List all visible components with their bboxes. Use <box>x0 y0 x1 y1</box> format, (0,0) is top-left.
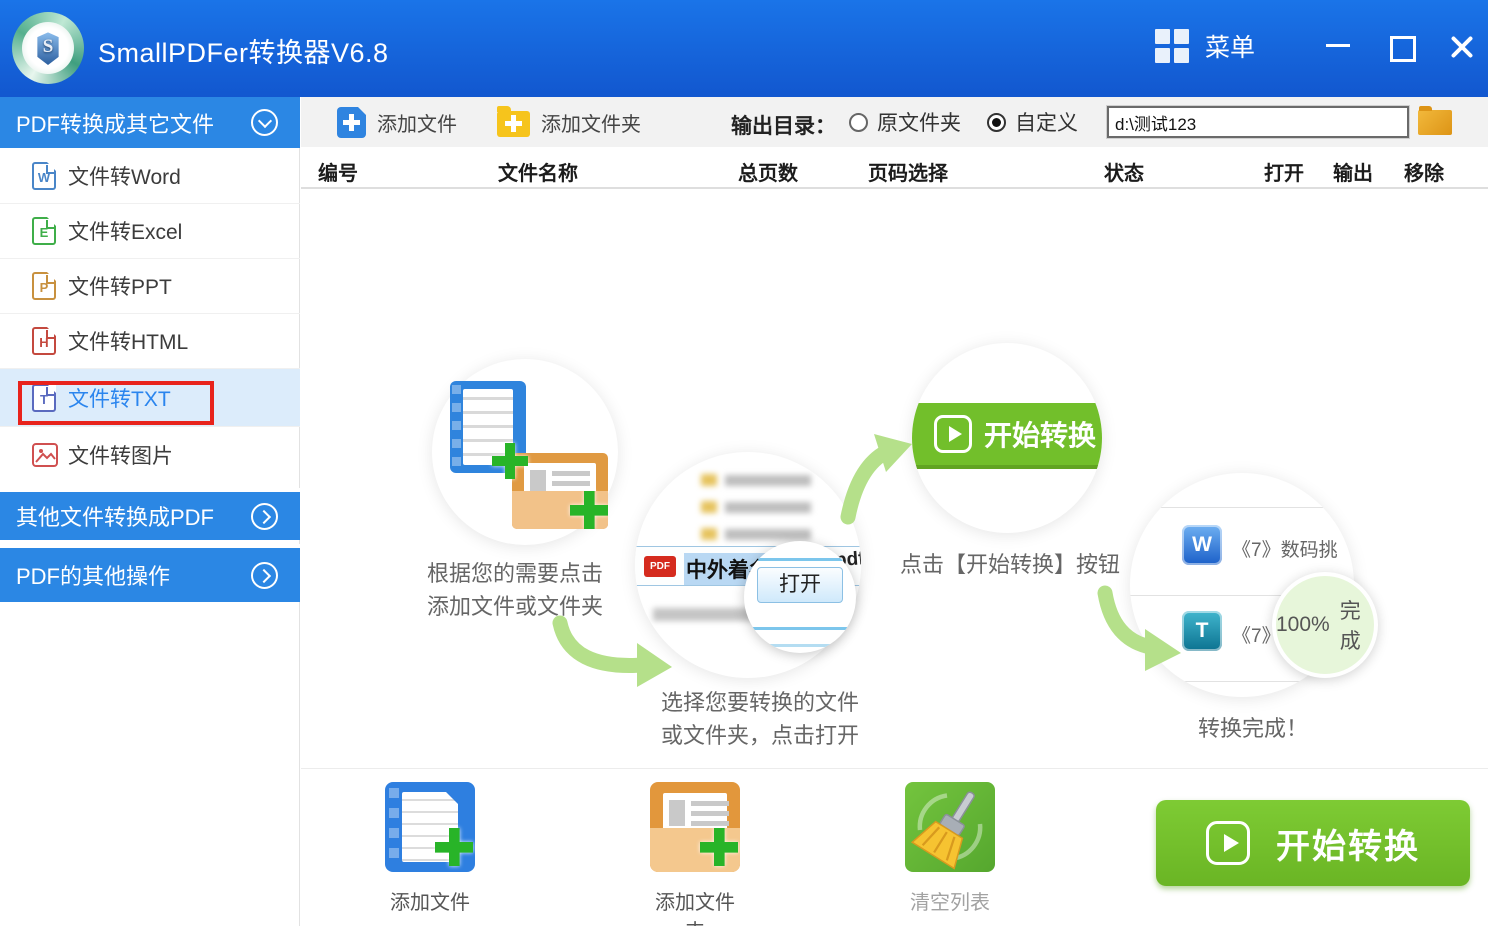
menu-grid-icon <box>1155 29 1189 63</box>
add-folder-big-label[interactable]: 添加文件夹 <box>650 886 740 926</box>
column-header-output: 输出 <box>1333 157 1373 186</box>
column-header-status: 状态 <box>1104 157 1144 186</box>
plus-icon <box>700 828 738 866</box>
close-button[interactable] <box>1444 30 1480 64</box>
column-header-remove: 移除 <box>1404 157 1444 186</box>
plus-icon <box>570 491 608 529</box>
tutorial-open-button-circle: 打开 <box>744 541 856 653</box>
maximize-button[interactable] <box>1382 30 1418 64</box>
add-file-big-label[interactable]: 添加文件 <box>385 886 475 915</box>
html-doc-icon: H <box>32 327 56 355</box>
app-window: S SmallPDFer转换器V6.8 菜单 PDF转换成其它文件 W 文件转W… <box>0 0 1488 926</box>
tutorial-step4-caption: 转换完成！ <box>1158 712 1348 745</box>
word-result-icon: W <box>1182 525 1222 565</box>
plus-icon <box>492 443 528 479</box>
output-dir-label: 输出目录： <box>731 110 836 140</box>
tutorial-step2-caption: 选择您要转换的文件 或文件夹，点击打开 <box>622 686 898 752</box>
bottom-divider <box>301 768 1488 769</box>
start-convert-button[interactable]: 开始转换 <box>1156 800 1470 886</box>
word-doc-icon: W <box>32 162 56 190</box>
column-header-open: 打开 <box>1264 157 1304 186</box>
sidebar-item-pdf-to-ppt[interactable]: P 文件转PPT <box>0 258 300 313</box>
chevron-down-icon <box>251 109 278 136</box>
pdf-file-icon: PDF <box>644 556 676 577</box>
column-header-pagerange: 页码选择 <box>868 157 948 186</box>
column-header-filename: 文件名称 <box>498 157 578 186</box>
output-path-input[interactable] <box>1107 106 1409 138</box>
sidebar-item-pdf-to-image[interactable]: 文件转图片 <box>0 426 300 483</box>
clear-list-label[interactable]: 清空列表 <box>905 886 995 915</box>
sidebar-section-label: PDF转换成其它文件 <box>16 107 214 139</box>
open-button: 打开 <box>757 567 843 603</box>
start-convert-label: 开始转换 <box>1276 819 1420 868</box>
arrow-step1-to-step2-icon <box>545 615 675 695</box>
result-row1-label: 《7》数码挑 <box>1232 535 1338 562</box>
plus-icon <box>435 828 473 866</box>
radio-original-label: 原文件夹 <box>877 107 961 137</box>
folder-icon <box>1418 110 1452 135</box>
radio-unchecked-icon <box>849 113 868 132</box>
sidebar-section-pdf-to-other[interactable]: PDF转换成其它文件 <box>0 97 300 148</box>
play-icon <box>1206 821 1250 865</box>
title-bar: S SmallPDFer转换器V6.8 菜单 <box>0 0 1488 97</box>
arrow-step3-to-step4-icon <box>1095 585 1185 675</box>
sidebar-item-pdf-to-excel[interactable]: E 文件转Excel <box>0 203 300 258</box>
arrow-step2-to-step3-icon <box>838 432 918 527</box>
txt-doc-icon: T <box>32 384 56 412</box>
app-title: SmallPDFer转换器V6.8 <box>98 31 389 70</box>
tutorial-step3-caption: 点击【开始转换】按钮 <box>878 548 1142 581</box>
add-file-icon <box>337 107 366 138</box>
radio-custom-folder[interactable]: 自定义 <box>987 97 1078 147</box>
radio-checked-icon <box>987 113 1006 132</box>
txt-result-icon: T <box>1182 611 1222 651</box>
column-header-pages: 总页数 <box>738 157 798 186</box>
clear-list-button[interactable] <box>905 782 995 872</box>
toolbar: 添加文件 添加文件夹 输出目录： 原文件夹 自定义 <box>301 97 1488 147</box>
sidebar-section-label: 其他文件转换成PDF <box>16 500 214 532</box>
broom-icon <box>905 782 995 872</box>
sidebar: PDF转换成其它文件 W 文件转Word E 文件转Excel P 文件转PPT… <box>0 97 300 926</box>
progress-done-label: 完成 <box>1340 595 1374 655</box>
menu-button[interactable]: 菜单 <box>1155 28 1255 64</box>
tutorial-step3-circle: 开始转换 <box>912 343 1102 533</box>
sidebar-item-pdf-to-html[interactable]: H 文件转HTML <box>0 313 300 368</box>
chevron-right-icon <box>251 562 278 589</box>
sidebar-item-pdf-to-word[interactable]: W 文件转Word <box>0 148 300 203</box>
chevron-right-icon <box>251 503 278 530</box>
sidebar-item-pdf-to-txt[interactable]: T 文件转TXT <box>0 368 300 426</box>
add-folder-label: 添加文件夹 <box>541 108 641 137</box>
sidebar-section-label: PDF的其他操作 <box>16 559 170 591</box>
progress-percent: 100% <box>1276 613 1330 637</box>
add-file-label: 添加文件 <box>377 108 457 137</box>
tutorial-step1-circle <box>432 359 618 545</box>
file-table-header: 编号 文件名称 总页数 页码选择 状态 打开 输出 移除 <box>301 147 1488 189</box>
app-logo-icon: S <box>12 12 84 84</box>
radio-custom-label: 自定义 <box>1015 107 1078 137</box>
add-folder-big-button[interactable] <box>650 782 740 872</box>
start-convert-graphic: 开始转换 <box>912 403 1102 469</box>
add-folder-button[interactable]: 添加文件夹 <box>497 97 641 147</box>
add-file-big-button[interactable] <box>385 782 475 872</box>
excel-doc-icon: E <box>32 217 56 245</box>
browse-folder-button[interactable] <box>1418 106 1454 136</box>
sidebar-section-other-to-pdf[interactable]: 其他文件转换成PDF <box>0 488 300 540</box>
column-header-index: 编号 <box>318 157 358 186</box>
radio-original-folder[interactable]: 原文件夹 <box>849 97 961 147</box>
minimize-button[interactable] <box>1320 30 1356 64</box>
menu-label: 菜单 <box>1205 28 1255 64</box>
sidebar-section-pdf-other-ops[interactable]: PDF的其他操作 <box>0 544 300 602</box>
image-icon <box>32 443 58 467</box>
add-folder-icon <box>497 111 530 137</box>
ppt-doc-icon: P <box>32 272 56 300</box>
play-icon <box>934 415 972 453</box>
progress-complete-badge: 100% 完成 <box>1272 572 1378 678</box>
add-file-button[interactable]: 添加文件 <box>337 97 457 147</box>
tutorial-step1-caption: 根据您的需要点击 添加文件或文件夹 <box>398 557 632 623</box>
